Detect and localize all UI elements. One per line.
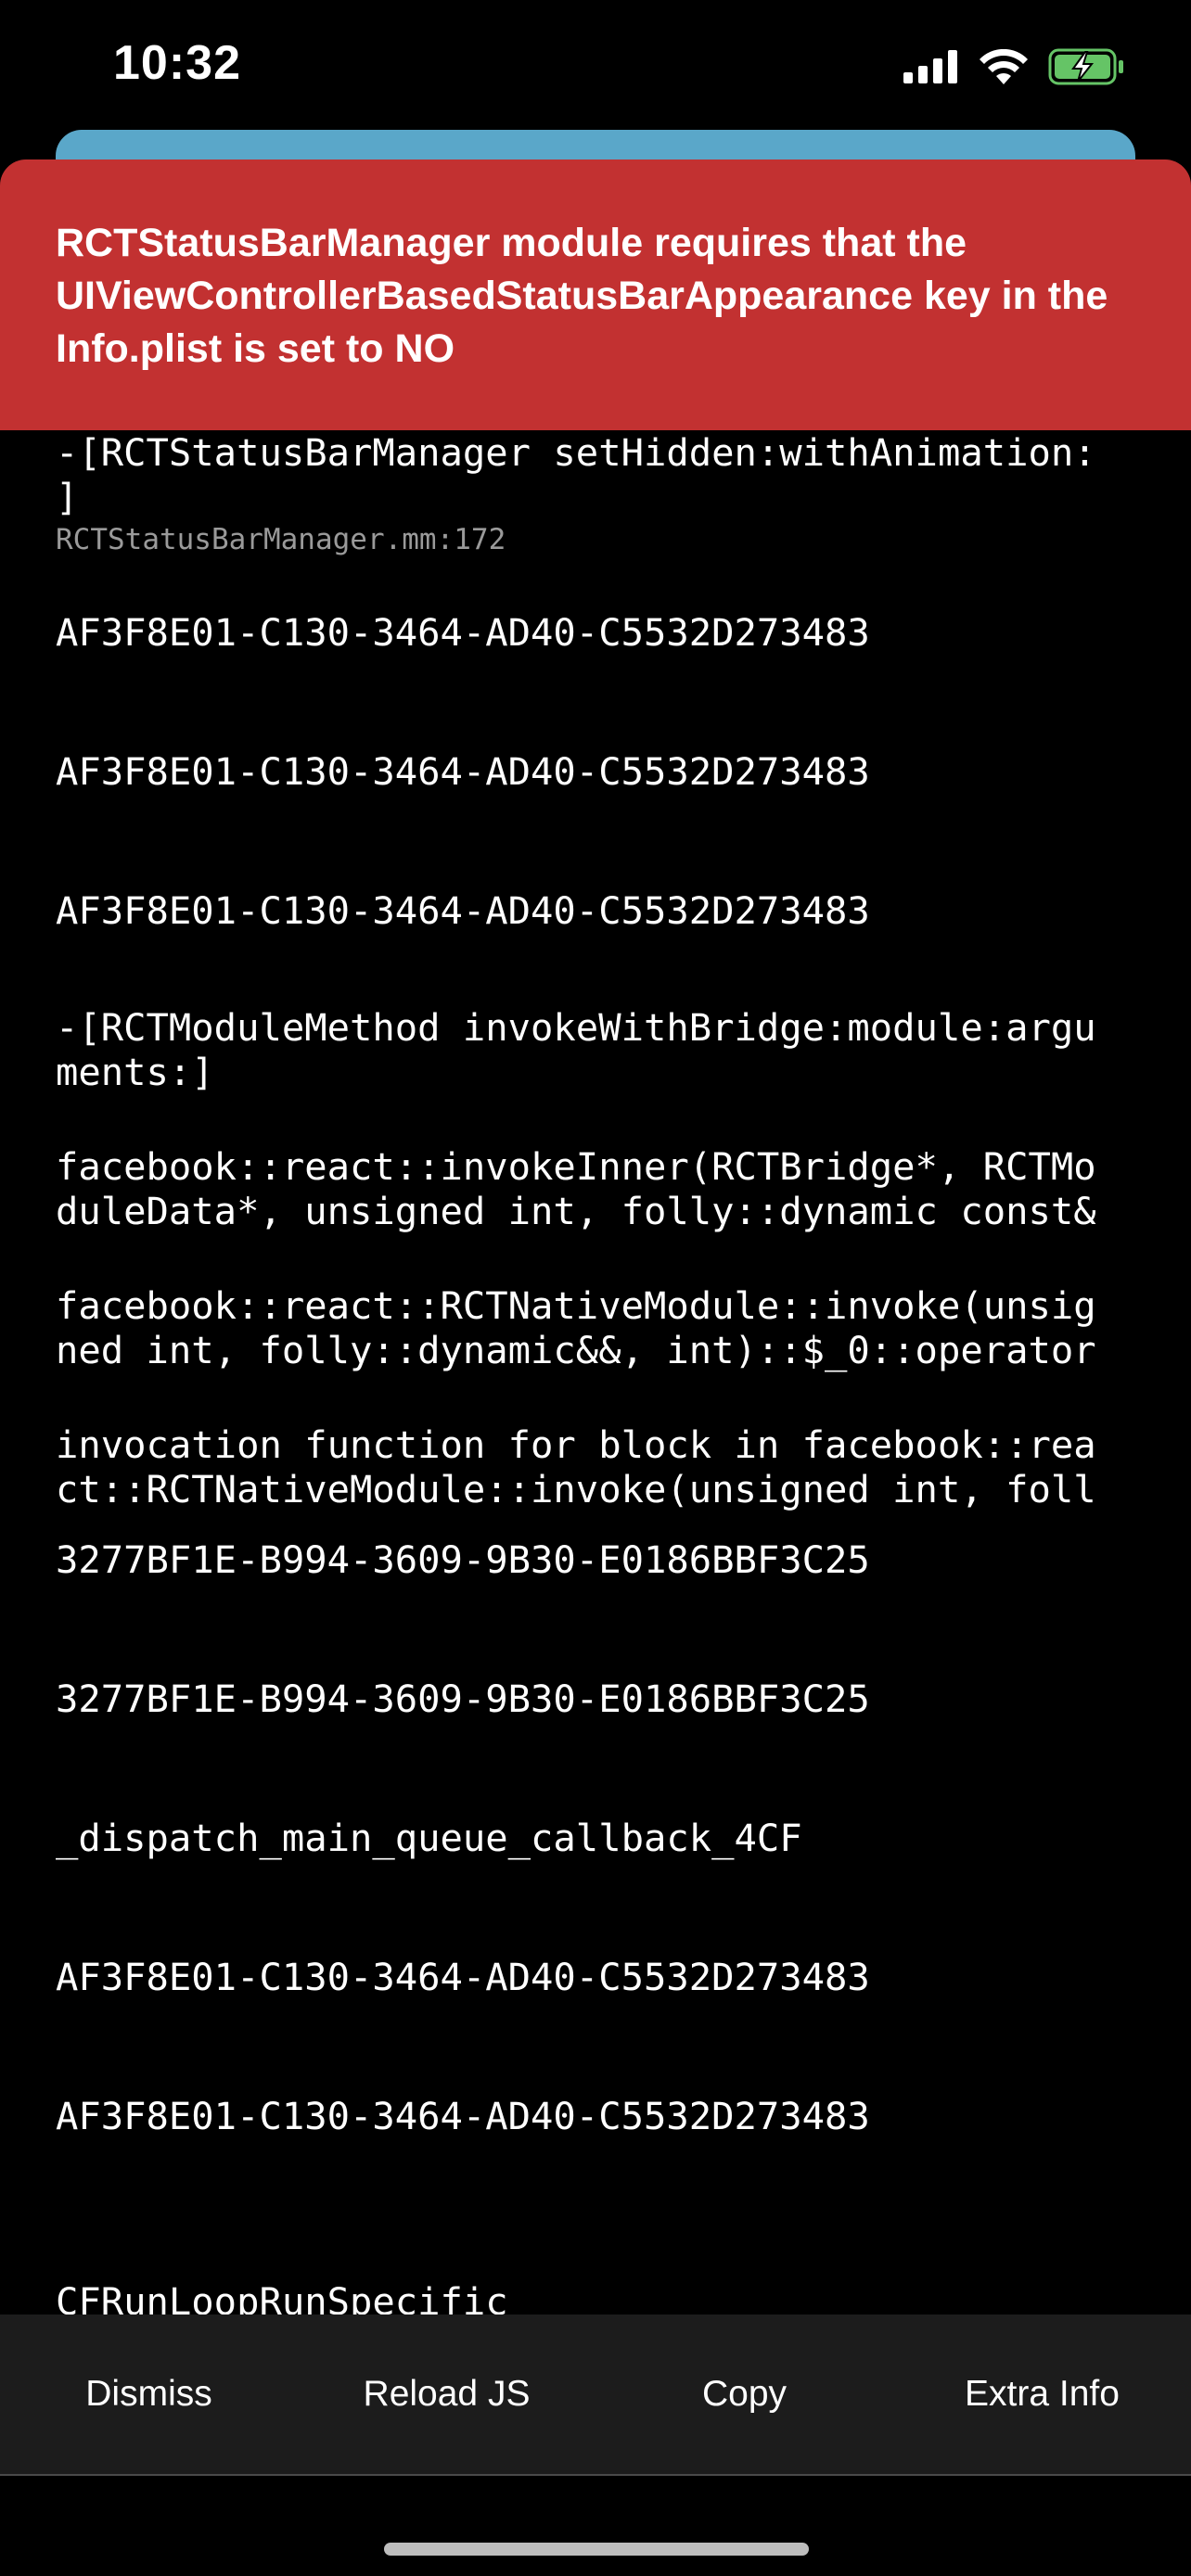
stack-trace[interactable]: -[RCTStatusBarManager setHidden:withAnim…	[0, 430, 1191, 2315]
frame-method: invocation function for block in faceboo…	[56, 1422, 1096, 1511]
stack-frame[interactable]: AF3F8E01-C130-3464-AD40-C5532D273483	[56, 888, 1141, 933]
battery-charging-icon	[1048, 48, 1123, 85]
stack-frame[interactable]: -[RCTModuleMethod invokeWithBridge:modul…	[56, 1005, 1141, 1094]
frame-method: -[RCTStatusBarManager setHidden:withAnim…	[56, 430, 1096, 519]
cellular-signal-icon	[903, 50, 957, 83]
error-header: RCTStatusBarManager module requires that…	[0, 159, 1191, 430]
frame-method: AF3F8E01-C130-3464-AD40-C5532D273483	[56, 888, 870, 933]
frame-method: facebook::react::RCTNativeModule::invoke…	[56, 1283, 1096, 1372]
frame-method: 3277BF1E-B994-3609-9B30-E0186BBF3C25	[56, 1537, 870, 1582]
status-time: 10:32	[113, 36, 241, 90]
stack-frame[interactable]: facebook::react::invokeInner(RCTBridge*,…	[56, 1144, 1141, 1233]
status-icons	[903, 48, 1126, 85]
copy-button[interactable]: Copy	[596, 2374, 893, 2415]
frame-file: RCTStatusBarManager.mm:172	[56, 523, 506, 556]
stack-frame[interactable]: CFRunLoopRunSpecific	[56, 2279, 1141, 2315]
error-toolbar: Dismiss Reload JS Copy Extra Info	[0, 2315, 1191, 2476]
stack-frame[interactable]: 3277BF1E-B994-3609-9B30-E0186BBF3C25	[56, 1677, 1141, 1721]
stack-frame[interactable]: facebook::react::RCTNativeModule::invoke…	[56, 1283, 1141, 1372]
stack-frame[interactable]: invocation function for block in faceboo…	[56, 1422, 1141, 1511]
frame-method: facebook::react::invokeInner(RCTBridge*,…	[56, 1144, 1096, 1233]
frame-method: AF3F8E01-C130-3464-AD40-C5532D273483	[56, 749, 870, 794]
frame-method: 3277BF1E-B994-3609-9B30-E0186BBF3C25	[56, 1677, 870, 1721]
frame-method: _dispatch_main_queue_callback_4CF	[56, 1816, 802, 1860]
frame-method: AF3F8E01-C130-3464-AD40-C5532D273483	[56, 1955, 870, 1999]
extra-info-button[interactable]: Extra Info	[893, 2374, 1191, 2415]
frame-method: CFRunLoopRunSpecific	[56, 2279, 508, 2315]
stack-frame[interactable]: -[RCTStatusBarManager setHidden:withAnim…	[56, 430, 1141, 556]
dismiss-button[interactable]: Dismiss	[0, 2374, 298, 2415]
frame-method: AF3F8E01-C130-3464-AD40-C5532D273483	[56, 610, 870, 655]
stack-frame[interactable]: AF3F8E01-C130-3464-AD40-C5532D273483	[56, 2094, 1141, 2138]
wifi-icon	[980, 49, 1028, 84]
stack-frame[interactable]: _dispatch_main_queue_callback_4CF	[56, 1816, 1141, 1860]
frame-method: -[RCTModuleMethod invokeWithBridge:modul…	[56, 1005, 1096, 1094]
stack-frame[interactable]: 3277BF1E-B994-3609-9B30-E0186BBF3C25	[56, 1537, 1141, 1582]
reload-js-button[interactable]: Reload JS	[298, 2374, 596, 2415]
stack-frame[interactable]: AF3F8E01-C130-3464-AD40-C5532D273483	[56, 749, 1141, 794]
home-indicator[interactable]	[384, 2543, 809, 2556]
status-bar: 10:32	[0, 0, 1191, 130]
frame-method: AF3F8E01-C130-3464-AD40-C5532D273483	[56, 2094, 870, 2138]
stack-frame[interactable]: AF3F8E01-C130-3464-AD40-C5532D273483	[56, 1955, 1141, 1999]
stack-frame[interactable]: AF3F8E01-C130-3464-AD40-C5532D273483	[56, 610, 1141, 655]
error-message: RCTStatusBarManager module requires that…	[56, 221, 1108, 371]
